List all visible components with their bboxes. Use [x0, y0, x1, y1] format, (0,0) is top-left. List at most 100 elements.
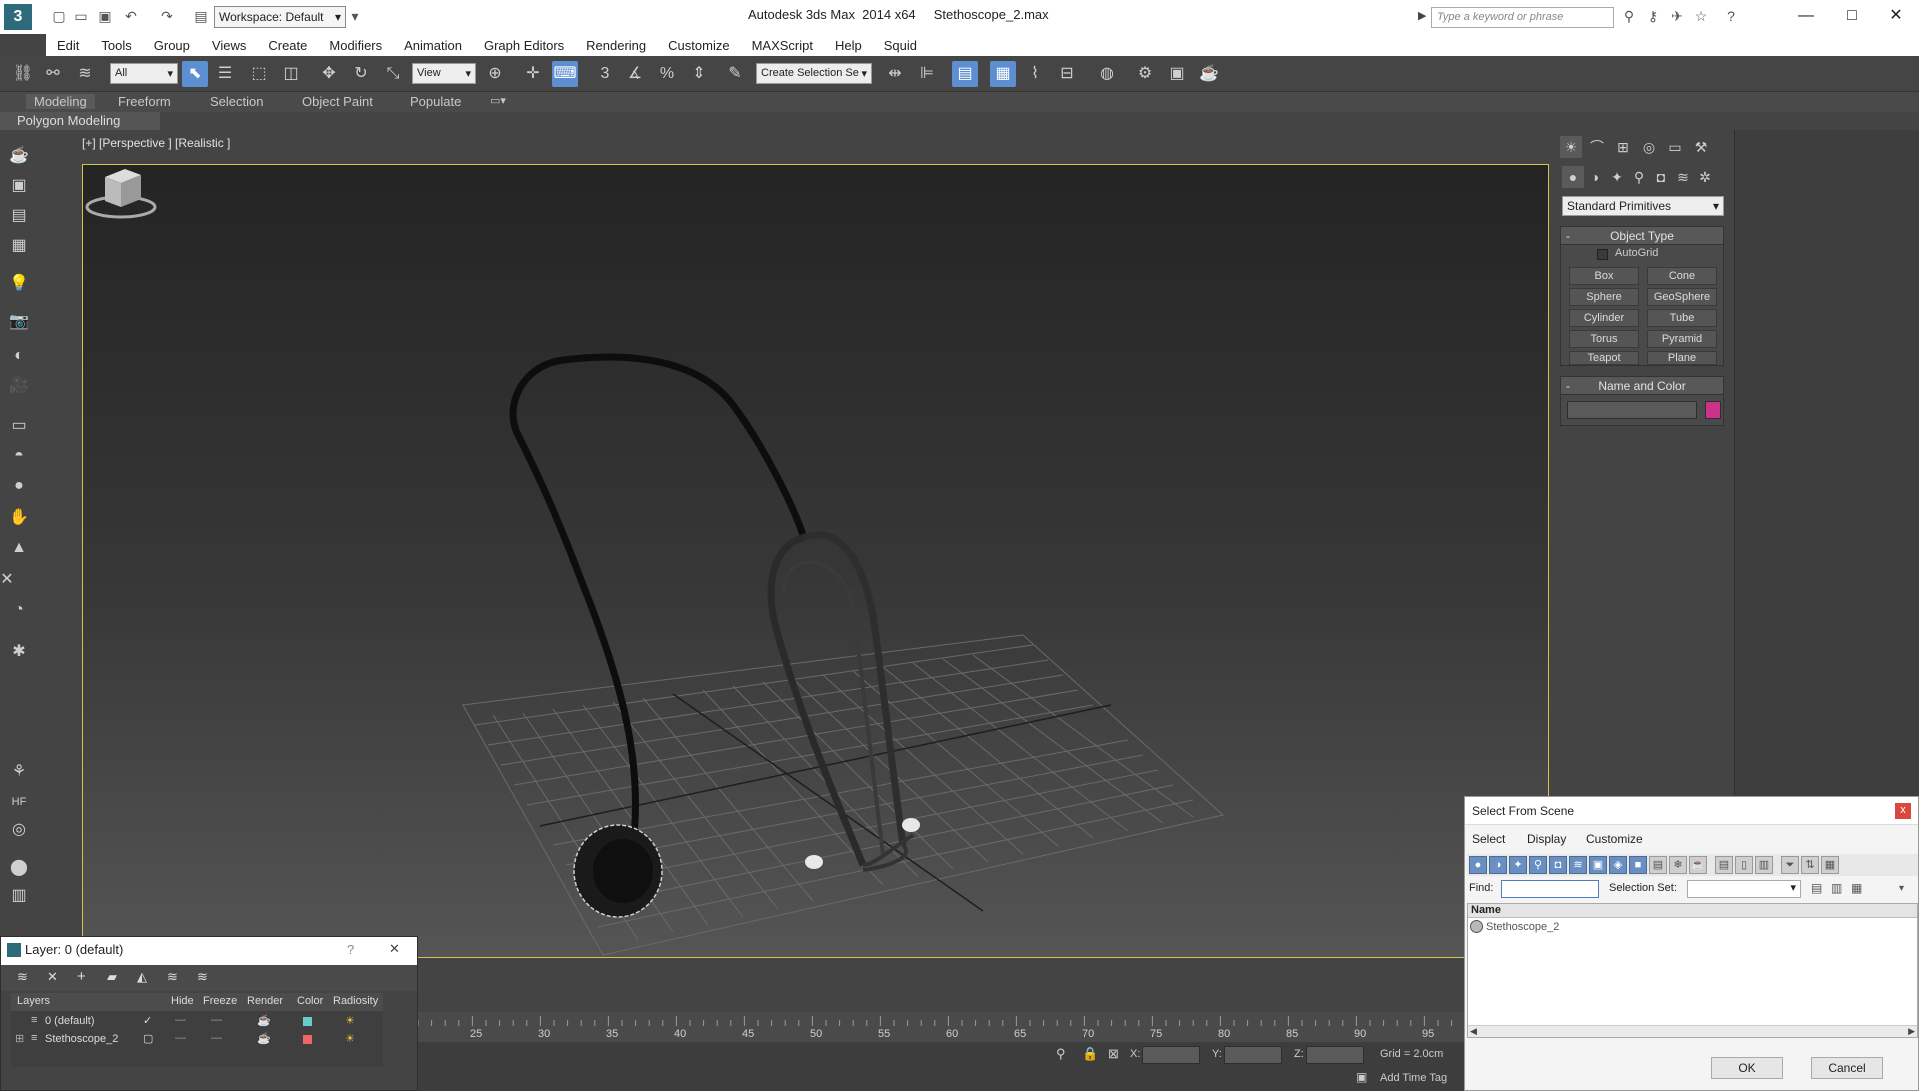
- ribbon-options-icon[interactable]: ▭▾: [490, 94, 506, 107]
- filter-containers-icon[interactable]: ▤: [1649, 856, 1667, 874]
- tube-button[interactable]: Tube: [1647, 309, 1717, 327]
- select-highlighted-icon[interactable]: ▰: [107, 969, 117, 985]
- rectangular-selection-icon[interactable]: ⬚: [246, 61, 272, 87]
- dialog-options-icon[interactable]: ▾: [1899, 883, 1904, 894]
- link-icon[interactable]: ⛓: [10, 61, 36, 87]
- name-column-header[interactable]: Name: [1468, 904, 1917, 918]
- sort-icon[interactable]: ⇅: [1801, 856, 1819, 874]
- filter-funnel-icon[interactable]: ⏷: [1781, 856, 1799, 874]
- geometry-icon[interactable]: ●: [1562, 166, 1584, 188]
- new-layer-icon[interactable]: ≋: [17, 969, 28, 985]
- render-production-icon[interactable]: ☕: [1196, 61, 1222, 87]
- open-file-icon[interactable]: ▭: [72, 7, 90, 25]
- scale-icon[interactable]: ⤡: [380, 61, 406, 87]
- cone-object-icon[interactable]: ▲: [6, 536, 32, 560]
- cameras-icon[interactable]: ⚲: [1628, 166, 1650, 188]
- display-influences-icon[interactable]: ▯: [1735, 856, 1753, 874]
- viewcube[interactable]: [83, 165, 159, 221]
- keyboard-shortcut-override-icon[interactable]: ⌨: [552, 61, 578, 87]
- search-input[interactable]: Type a keyword or phrase: [1431, 7, 1614, 28]
- freeze-toggle[interactable]: —: [211, 1032, 222, 1044]
- hide-toggle[interactable]: —: [175, 1014, 186, 1026]
- help-icon[interactable]: ?: [1722, 7, 1740, 25]
- layer-name[interactable]: 0 (default): [45, 1015, 95, 1027]
- scene-explorer-icon[interactable]: ▤: [6, 204, 32, 228]
- tab-freeform[interactable]: Freeform: [118, 94, 171, 109]
- hide-toggle[interactable]: —: [175, 1032, 186, 1044]
- display-all-icon[interactable]: ▥: [1755, 856, 1773, 874]
- material-editor-icon[interactable]: ◍: [1094, 61, 1120, 87]
- pivot-center-icon[interactable]: ⊕: [482, 61, 508, 87]
- cylinder-button[interactable]: Cylinder: [1569, 309, 1639, 327]
- teapot-button[interactable]: Teapot: [1569, 351, 1639, 365]
- filter-spacewarps-icon[interactable]: ≋: [1569, 856, 1587, 874]
- menu-customize-dialog[interactable]: Customize: [1586, 832, 1643, 846]
- tab-selection[interactable]: Selection: [210, 94, 263, 109]
- selection-set-remove-icon[interactable]: ▥: [1831, 881, 1842, 895]
- menu-squid[interactable]: Squid: [873, 38, 928, 53]
- pyramid-button[interactable]: Pyramid: [1647, 330, 1717, 348]
- add-to-layer-icon[interactable]: +: [77, 968, 86, 985]
- create-tab-icon[interactable]: ☀: [1560, 136, 1582, 158]
- time-slider-track[interactable]: 25 30 35 40 45 50 55 60 65 70 75 80 85 9…: [418, 1012, 1464, 1042]
- selection-set-edit-icon[interactable]: ▦: [1851, 881, 1862, 895]
- filter-xrefs-icon[interactable]: ◈: [1609, 856, 1627, 874]
- name-and-color-header[interactable]: - Name and Color: [1561, 377, 1723, 395]
- video-camera-icon[interactable]: 🎥: [6, 374, 32, 398]
- selection-set-dropdown[interactable]: ▾: [1687, 880, 1801, 898]
- highlight-selected-icon[interactable]: ◭: [137, 969, 147, 985]
- object-name-field[interactable]: [1567, 401, 1697, 419]
- plane-button[interactable]: Plane: [1647, 351, 1717, 365]
- unlink-icon[interactable]: ⚯: [40, 61, 66, 87]
- object-list[interactable]: Name Stethoscope_2 ◀ ▶: [1467, 903, 1918, 1038]
- motion-tab-icon[interactable]: ◎: [1638, 136, 1660, 158]
- cancel-button[interactable]: Cancel: [1811, 1057, 1883, 1079]
- spinner-snap-icon[interactable]: ⇕: [686, 61, 712, 87]
- light-bulb-icon[interactable]: 💡: [6, 272, 32, 296]
- hemisphere-icon[interactable]: ◓: [6, 444, 32, 468]
- named-selection-dropdown[interactable]: Create Selection Se ▾: [756, 63, 872, 84]
- layer-close-button[interactable]: ✕: [389, 941, 400, 957]
- render-setup-icon[interactable]: ⚙: [1132, 61, 1158, 87]
- space-warps-icon[interactable]: ≋: [1672, 166, 1694, 188]
- align-icon[interactable]: ⊫: [914, 61, 940, 87]
- col-freeze[interactable]: Freeze: [203, 995, 237, 1007]
- selection-filter-dropdown[interactable]: All ▾: [110, 63, 178, 84]
- delete-layer-icon[interactable]: ✕: [47, 969, 58, 985]
- communication-icon[interactable]: ✈: [1668, 7, 1686, 25]
- manipulate-icon[interactable]: ✛: [520, 61, 546, 87]
- workspace-dropdown[interactable]: Workspace: Default ▾: [214, 6, 346, 28]
- freeze-toggle[interactable]: —: [211, 1014, 222, 1026]
- particle-icon[interactable]: ✱: [6, 640, 32, 664]
- radiosity-light-icon[interactable]: ☀: [345, 1014, 355, 1027]
- menu-views[interactable]: Views: [201, 38, 257, 53]
- redo-icon[interactable]: ↷: [158, 7, 176, 25]
- render-teapot-icon[interactable]: ☕: [257, 1032, 271, 1045]
- render-frame-icon[interactable]: ▣: [6, 174, 32, 198]
- menu-help[interactable]: Help: [824, 38, 873, 53]
- hide-all-layers-icon[interactable]: ≋: [167, 969, 178, 985]
- menu-customize[interactable]: Customize: [657, 38, 740, 53]
- subscription-icon[interactable]: ⚷: [1644, 7, 1662, 25]
- grid-table-icon[interactable]: ▦: [6, 234, 32, 258]
- save-file-icon[interactable]: ▣: [96, 7, 114, 25]
- isolate-selection-icon[interactable]: ⚲: [1056, 1046, 1066, 1062]
- schematic-view-icon[interactable]: ⊟: [1054, 61, 1080, 87]
- rotate-icon[interactable]: ↻: [348, 61, 374, 87]
- hand-icon[interactable]: ✋: [6, 506, 32, 530]
- filter-helpers-icon[interactable]: ◘: [1549, 856, 1567, 874]
- x-coordinate-field[interactable]: [1142, 1046, 1200, 1064]
- object-color-swatch[interactable]: [1705, 401, 1721, 419]
- ribbon-subpanel[interactable]: Polygon Modeling: [0, 112, 160, 130]
- filter-cameras-icon[interactable]: ⚲: [1529, 856, 1547, 874]
- menu-display[interactable]: Display: [1527, 832, 1566, 846]
- current-layer-check-icon[interactable]: ✓: [143, 1014, 152, 1027]
- helpers-icon[interactable]: ◘: [1650, 166, 1672, 188]
- list-item[interactable]: Stethoscope_2: [1470, 920, 1910, 936]
- display-tab-icon[interactable]: ▭: [1664, 136, 1686, 158]
- menu-edit[interactable]: Edit: [46, 38, 90, 53]
- filter-geometry-icon[interactable]: ●: [1469, 856, 1487, 874]
- edit-named-selection-icon[interactable]: ✎: [722, 61, 748, 87]
- menu-create[interactable]: Create: [257, 38, 318, 53]
- tab-object-paint[interactable]: Object Paint: [302, 94, 373, 109]
